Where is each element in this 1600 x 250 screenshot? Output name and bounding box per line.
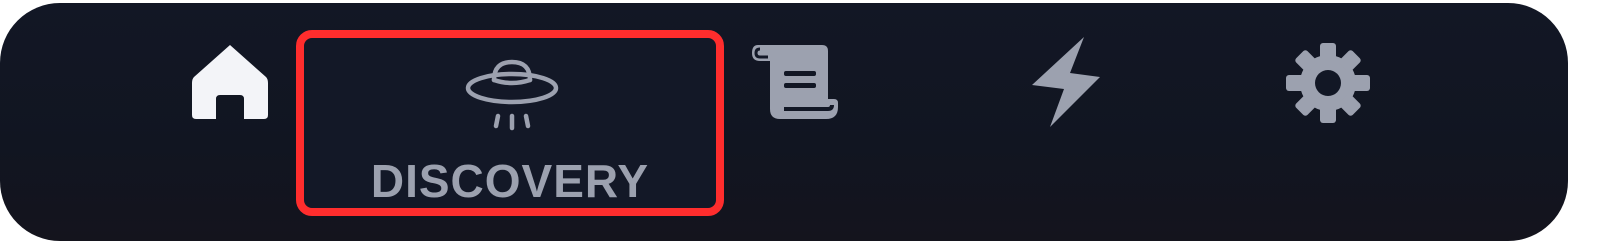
ufo-icon (465, 59, 559, 131)
nav-item-discovery[interactable]: DISCOVERY (296, 30, 724, 216)
lightning-icon (1032, 37, 1100, 127)
nav-item-discovery-label: DISCOVERY (370, 155, 650, 207)
nav-item-home[interactable] (186, 39, 274, 123)
gear-icon (1286, 43, 1370, 123)
bottom-navigation-bar: DISCOVERY (0, 3, 1568, 241)
nav-item-logs[interactable] (748, 39, 842, 125)
nav-item-activity[interactable] (1024, 33, 1108, 131)
home-icon (192, 45, 268, 119)
scroll-icon (752, 45, 838, 119)
nav-item-settings[interactable] (1282, 39, 1374, 127)
